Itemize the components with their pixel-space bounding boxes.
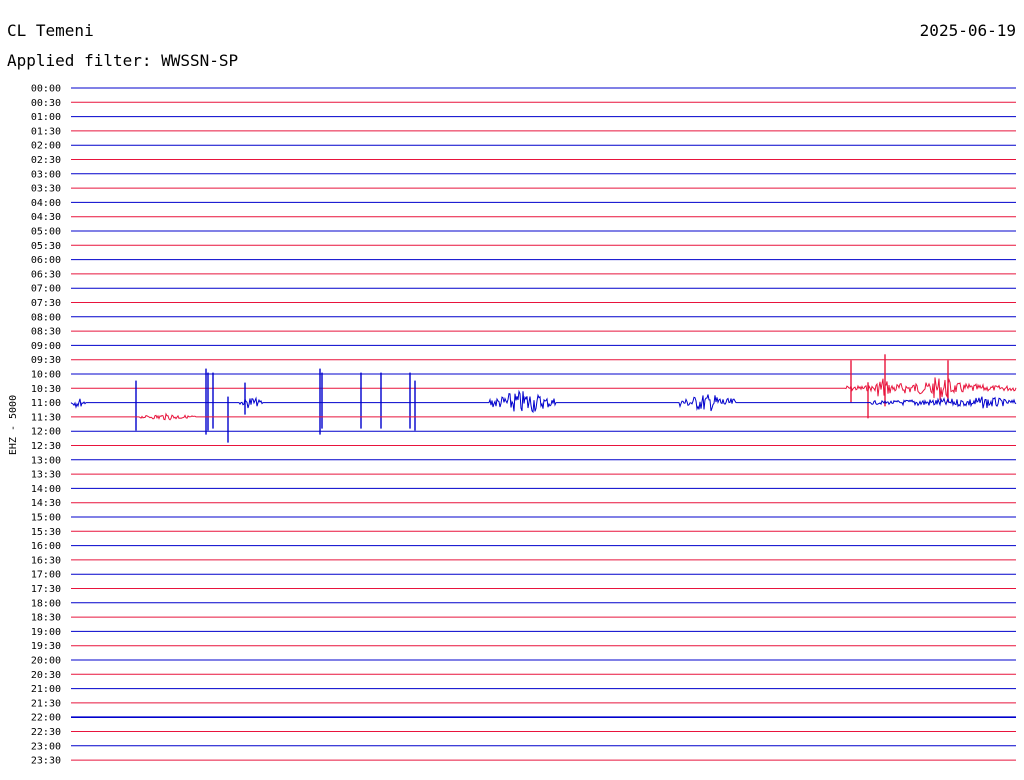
time-label: 13:30	[31, 470, 61, 481]
time-label: 10:00	[31, 370, 61, 381]
time-label: 20:30	[31, 670, 61, 681]
time-label: 19:00	[31, 627, 61, 638]
time-label: 02:00	[31, 141, 61, 152]
time-axis-labels: 00:00 00:30 01:00 01:30 02:00 02:30 03:00 03:30…	[31, 84, 61, 767]
time-label: 15:30	[31, 527, 61, 538]
time-label: 07:30	[31, 298, 61, 309]
time-label: 11:00	[31, 398, 61, 409]
time-label: 03:30	[31, 184, 61, 195]
time-label: 00:30	[31, 98, 61, 109]
time-label: 02:30	[31, 155, 61, 166]
time-label: 06:30	[31, 269, 61, 280]
time-label: 01:00	[31, 112, 61, 123]
channel-label: EHZ - 5000	[8, 395, 19, 455]
time-label: 16:30	[31, 555, 61, 566]
time-label: 21:30	[31, 698, 61, 709]
time-label: 10:30	[31, 384, 61, 395]
time-label: 03:00	[31, 169, 61, 180]
time-label: 13:00	[31, 455, 61, 466]
time-label: 01:30	[31, 126, 61, 137]
time-label: 18:30	[31, 613, 61, 624]
time-label: 17:30	[31, 584, 61, 595]
time-label: 05:00	[31, 227, 61, 238]
time-label: 11:30	[31, 412, 61, 423]
time-label: 23:30	[31, 756, 61, 767]
time-label: 09:30	[31, 355, 61, 366]
time-label: 22:30	[31, 727, 61, 738]
helicorder-plot: 00:00 00:30 01:00 01:30 02:00 02:30 03:00 03:30…	[8, 84, 1017, 767]
time-label: 04:30	[31, 212, 61, 223]
time-label: 12:30	[31, 441, 61, 452]
time-label: 20:00	[31, 656, 61, 667]
time-label: 18:00	[31, 598, 61, 609]
time-label: 22:00	[31, 713, 61, 724]
time-label: 19:30	[31, 641, 61, 652]
time-label: 14:00	[31, 484, 61, 495]
time-label: 16:00	[31, 541, 61, 552]
time-label: 08:00	[31, 312, 61, 323]
time-label: 17:00	[31, 570, 61, 581]
time-label: 07:00	[31, 284, 61, 295]
time-label: 21:00	[31, 684, 61, 695]
time-label: 09:00	[31, 341, 61, 352]
time-label: 14:30	[31, 498, 61, 509]
time-label: 00:00	[31, 84, 61, 95]
time-label: 05:30	[31, 241, 61, 252]
time-label: 08:30	[31, 327, 61, 338]
time-label: 12:00	[31, 427, 61, 438]
time-label: 06:00	[31, 255, 61, 266]
time-label: 23:00	[31, 741, 61, 752]
time-label: 04:00	[31, 198, 61, 209]
time-label: 15:00	[31, 513, 61, 524]
trace-lines	[70, 87, 1017, 761]
